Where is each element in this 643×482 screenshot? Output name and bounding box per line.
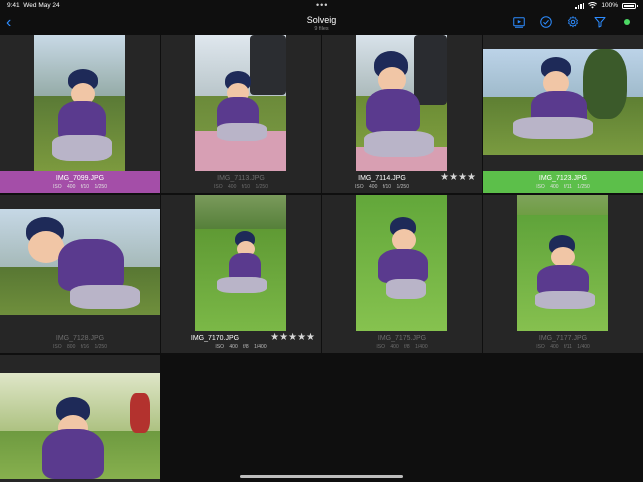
time-text: 9:41 [7,2,20,9]
photo-thumbnail[interactable] [195,195,286,331]
photo-thumbnail[interactable] [356,195,447,331]
battery-percent: 100% [601,2,618,9]
photo-caption: IMG_7170.JPG ISO 400 f/8 1/400 ★★★★★ [161,331,321,353]
file-name: IMG_7114.JPG [358,175,406,182]
photo-cell[interactable]: IMG_7099.JPG ISO 400 f/10 1/250 [0,35,160,193]
exif-info: ISO 400 f/10 1/250 [53,184,107,190]
star-rating[interactable]: ★★★★★ [270,332,315,343]
photo-caption: IMG_7128.JPG ISO 800 f/16 1/250 [0,331,160,353]
file-name: IMG_7128.JPG [55,335,105,342]
status-right: 100% [575,2,638,9]
nav-bar: ‹ Solveig 9 files [0,12,643,34]
date-text: Wed May 24 [23,2,60,9]
photo-thumbnail[interactable] [0,373,160,479]
battery-icon [622,2,638,9]
home-indicator[interactable] [240,475,403,478]
exif-info: ISO 400 f/11 1/250 [536,184,590,190]
multitasking-dots-icon[interactable]: ••• [316,0,328,10]
exif-info: ISO 400 f/10 1/250 [355,184,409,190]
file-name: IMG_7113.JPG [217,175,265,182]
toolbar-icons [513,16,633,28]
photo-cell[interactable]: IMG_7175.JPG ISO 400 f/8 1/400 [322,195,482,353]
file-name: IMG_7177.JPG [538,335,588,342]
exif-info: ISO 400 f/10 1/250 [214,184,268,190]
photo-caption: IMG_7175.JPG ISO 400 f/8 1/400 [322,331,482,353]
file-name: IMG_7123.JPG [538,175,588,182]
settings-gear-icon[interactable] [567,16,579,28]
signal-icon [575,2,585,9]
exif-info: ISO 400 f/11 1/400 [536,344,590,350]
photo-caption: IMG_7113.JPG ISO 400 f/10 1/250 [161,171,321,193]
exif-info: ISO 400 f/8 1/400 [376,344,428,350]
status-dot[interactable] [621,16,633,28]
photo-caption: IMG_7123.JPG ISO 400 f/11 1/250 [483,171,643,193]
photo-thumbnail[interactable] [517,195,608,331]
star-rating[interactable]: ★★★★ [440,172,476,183]
photo-cell[interactable]: IMG_7113.JPG ISO 400 f/10 1/250 [161,35,321,193]
photo-caption: IMG_7099.JPG ISO 400 f/10 1/250 [0,171,160,193]
status-bar: 9:41 Wed May 24 ••• 100% [0,0,643,12]
photo-cell[interactable]: IMG_7123.JPG ISO 400 f/11 1/250 [483,35,643,193]
photo-cell[interactable]: IMG_7114.JPG ISO 400 f/10 1/250 ★★★★ [322,35,482,193]
photo-thumbnail[interactable] [483,49,643,155]
photo-cell[interactable]: IMG_7170.JPG ISO 400 f/8 1/400 ★★★★★ [161,195,321,353]
photo-cell[interactable]: IMG_7128.JPG ISO 800 f/16 1/250 [0,195,160,353]
photo-cell[interactable]: IMG_7177.JPG ISO 400 f/11 1/400 [483,195,643,353]
file-name: IMG_7099.JPG [55,175,105,182]
photo-thumbnail[interactable] [356,35,447,171]
photo-caption: IMG_7114.JPG ISO 400 f/10 1/250 ★★★★ [322,171,482,193]
photo-thumbnail[interactable] [0,209,160,315]
filter-funnel-icon[interactable] [594,16,606,28]
slideshow-icon[interactable] [513,16,525,28]
wifi-icon [588,2,598,9]
exif-info: ISO 800 f/16 1/250 [53,344,107,350]
status-time: 9:41 Wed May 24 [7,2,60,9]
select-check-icon[interactable] [540,16,552,28]
file-name: IMG_7170.JPG [190,335,240,342]
exif-info: ISO 400 f/8 1/400 [215,344,267,350]
file-name: IMG_7175.JPG [377,335,427,342]
photo-thumbnail[interactable] [195,35,286,171]
photo-grid: IMG_7099.JPG ISO 400 f/10 1/250 IMG_7113… [0,35,643,482]
photo-cell[interactable] [0,355,160,482]
photo-thumbnail[interactable] [34,35,125,171]
photo-caption: IMG_7177.JPG ISO 400 f/11 1/400 [483,331,643,353]
